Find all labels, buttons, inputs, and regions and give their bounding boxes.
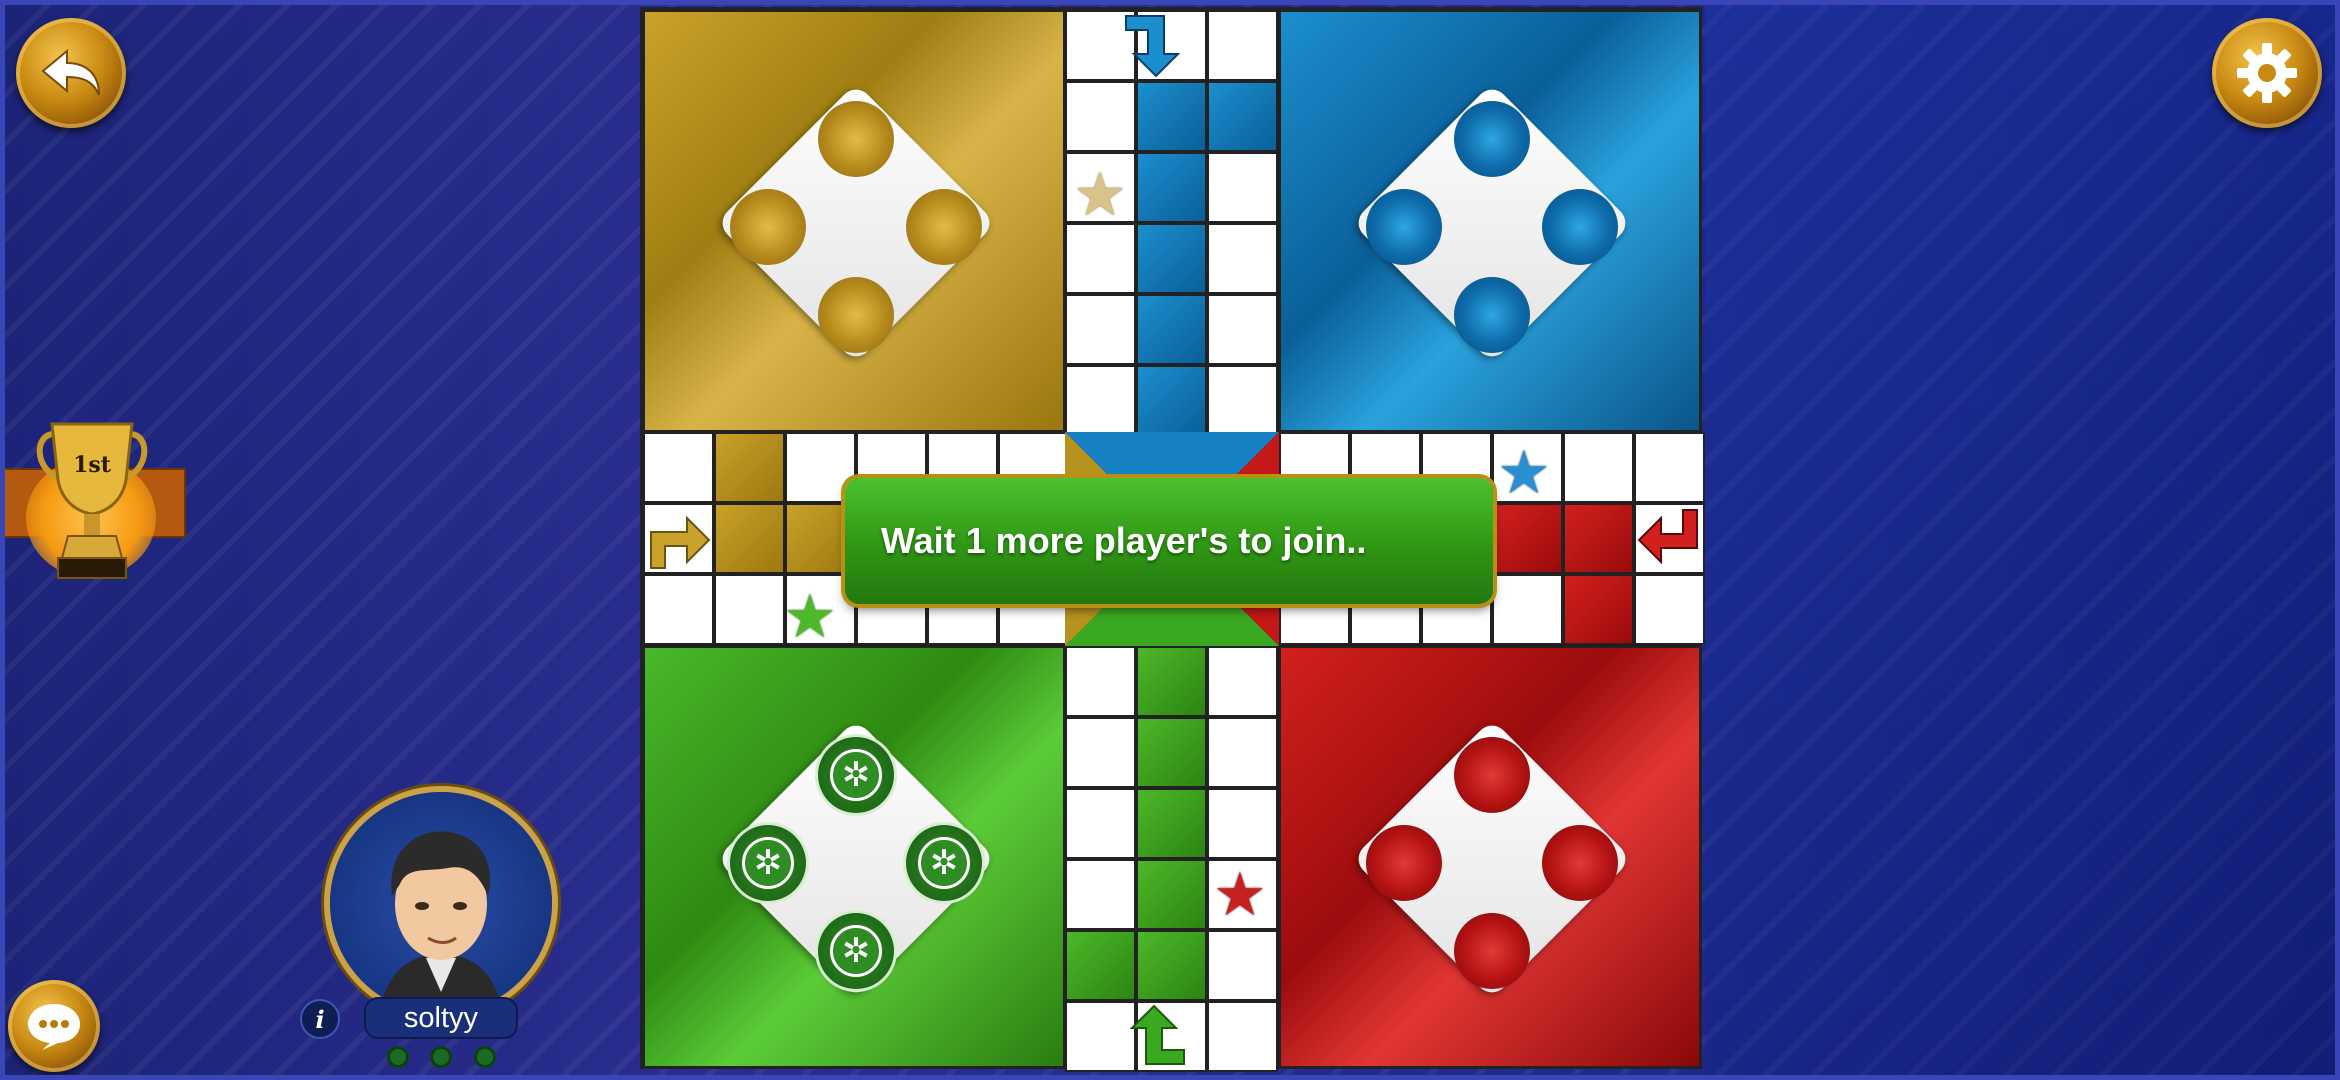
- track-cell[interactable]: [1207, 930, 1278, 1001]
- rank-trophy: 1st: [0, 418, 190, 588]
- green-token-slot[interactable]: ✲: [730, 825, 806, 901]
- back-button[interactable]: [16, 18, 126, 128]
- track-cell[interactable]: [1065, 294, 1136, 365]
- red-token-slot[interactable]: [1454, 737, 1530, 813]
- red-token-slot[interactable]: [1542, 825, 1618, 901]
- safe-star-icon: ★: [1497, 439, 1551, 506]
- track-cell[interactable]: [1136, 788, 1207, 859]
- track-cell[interactable]: [1634, 432, 1705, 503]
- yellow-entry-arrow-icon: [650, 515, 711, 569]
- track-cell[interactable]: [1065, 859, 1136, 930]
- track-cell[interactable]: [1065, 717, 1136, 788]
- red-entry-arrow-icon: [1637, 509, 1698, 565]
- green-token-slot[interactable]: ✲: [906, 825, 982, 901]
- track-cell[interactable]: [1207, 10, 1278, 81]
- track-cell[interactable]: [1136, 646, 1207, 717]
- trophy-icon: [36, 422, 148, 579]
- track-cell[interactable]: [1492, 574, 1563, 645]
- track-cell[interactable]: [1136, 81, 1207, 152]
- track-cell[interactable]: [714, 432, 785, 503]
- blue-entry-arrow-icon: [1125, 15, 1181, 78]
- safe-star-icon: ★: [1213, 861, 1267, 928]
- safe-star-icon: ★: [783, 583, 837, 650]
- player-status-dot: [430, 1046, 452, 1068]
- track-cell[interactable]: [714, 574, 785, 645]
- green-entry-arrow-icon: [1129, 1004, 1185, 1065]
- track-cell[interactable]: [1207, 1001, 1278, 1072]
- waiting-message-banner: Wait 1 more player's to join..: [845, 478, 1493, 604]
- red-token-slot[interactable]: [1366, 825, 1442, 901]
- back-arrow-icon: [41, 48, 100, 96]
- track-cell[interactable]: [1065, 365, 1136, 436]
- track-cell[interactable]: [1207, 223, 1278, 294]
- player-info-button[interactable]: i: [300, 999, 340, 1039]
- player-status-dot: [387, 1046, 409, 1068]
- track-cell[interactable]: [1492, 503, 1563, 574]
- green-token-icon[interactable]: ✲: [918, 837, 970, 889]
- track-cell[interactable]: [1563, 574, 1634, 645]
- track-cell[interactable]: [714, 503, 785, 574]
- red-home: [1279, 646, 1701, 1068]
- track-cell[interactable]: [1136, 152, 1207, 223]
- track-cell[interactable]: [1065, 223, 1136, 294]
- chat-button[interactable]: [8, 980, 100, 1072]
- blue-token-slot[interactable]: [1454, 277, 1530, 353]
- track-cell[interactable]: [643, 432, 714, 503]
- yellow-home: [643, 10, 1065, 432]
- track-cell[interactable]: [1207, 152, 1278, 223]
- red-token-slot[interactable]: [1454, 913, 1530, 989]
- track-cell[interactable]: [1207, 717, 1278, 788]
- background-shade: [1705, 0, 2340, 1080]
- track-cell[interactable]: [1136, 294, 1207, 365]
- safe-star-icon: ★: [1073, 161, 1127, 228]
- yellow-token-slot[interactable]: [818, 101, 894, 177]
- chat-bubble-icon: [28, 1004, 80, 1050]
- green-home-base: ✲ ✲ ✲ ✲: [715, 718, 997, 1000]
- blue-home-base: [1351, 82, 1633, 364]
- track-cell[interactable]: [1136, 223, 1207, 294]
- player-avatar[interactable]: [330, 792, 552, 1014]
- green-token-slot[interactable]: ✲: [818, 737, 894, 813]
- track-cell[interactable]: [1207, 81, 1278, 152]
- blue-token-slot[interactable]: [1542, 189, 1618, 265]
- yellow-token-slot[interactable]: [730, 189, 806, 265]
- track-cell[interactable]: [1136, 859, 1207, 930]
- track-cell[interactable]: [1207, 365, 1278, 436]
- track-cell[interactable]: [1136, 365, 1207, 436]
- green-token-icon[interactable]: ✲: [830, 749, 882, 801]
- green-token-icon[interactable]: ✲: [830, 925, 882, 977]
- track-cell[interactable]: [643, 574, 714, 645]
- track-cell[interactable]: [1136, 717, 1207, 788]
- blue-token-slot[interactable]: [1366, 189, 1442, 265]
- yellow-token-slot[interactable]: [818, 277, 894, 353]
- settings-button[interactable]: [2212, 18, 2322, 128]
- yellow-home-base: [715, 82, 997, 364]
- gear-icon: [2237, 43, 2297, 103]
- player-name: soltyy: [364, 997, 518, 1039]
- track-cell[interactable]: [1065, 930, 1136, 1001]
- blue-home: [1279, 10, 1701, 432]
- avatar-face-icon: [380, 831, 502, 1014]
- track-cell[interactable]: [1136, 930, 1207, 1001]
- track-cell[interactable]: [1065, 788, 1136, 859]
- track-cell[interactable]: [1207, 294, 1278, 365]
- track-cell[interactable]: [1634, 574, 1705, 645]
- yellow-token-slot[interactable]: [906, 189, 982, 265]
- track-cell[interactable]: [1065, 81, 1136, 152]
- track-cell[interactable]: [1563, 432, 1634, 503]
- rank-label: 1st: [73, 452, 111, 478]
- player-status-dot: [474, 1046, 496, 1068]
- track-cell[interactable]: [1207, 788, 1278, 859]
- waiting-message-text: Wait 1 more player's to join..: [881, 520, 1367, 561]
- green-token-icon[interactable]: ✲: [742, 837, 794, 889]
- green-home: ✲ ✲ ✲ ✲: [643, 646, 1065, 1068]
- blue-token-slot[interactable]: [1454, 101, 1530, 177]
- track-cell[interactable]: [1563, 503, 1634, 574]
- green-token-slot[interactable]: ✲: [818, 913, 894, 989]
- red-home-base: [1351, 718, 1633, 1000]
- track-cell[interactable]: [1065, 646, 1136, 717]
- track-cell[interactable]: [1207, 646, 1278, 717]
